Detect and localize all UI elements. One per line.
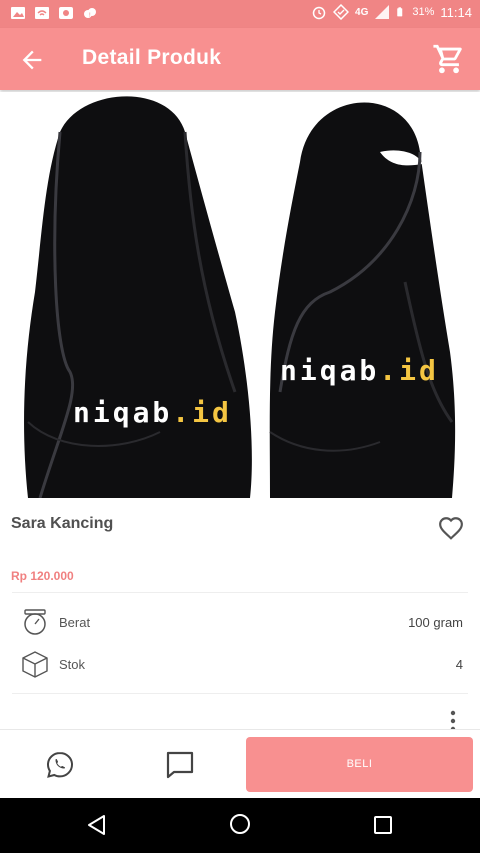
screen-record-icon: [59, 7, 73, 19]
scale-icon: [24, 609, 46, 635]
wifi-icon: [35, 7, 49, 19]
product-photo-illustration: niqab.id niqab.id: [24, 96, 456, 498]
spec-value: 100 gram: [408, 615, 463, 630]
product-name: Sara Kancing: [11, 515, 114, 532]
app-bar: Detail Produk: [0, 28, 480, 90]
box-icon: [22, 651, 48, 678]
bottom-action-bar: BELI: [0, 729, 480, 799]
spec-label: Stok: [59, 657, 86, 672]
clock: 11:14: [440, 4, 472, 20]
whatsapp-icon[interactable]: [45, 750, 75, 780]
data-saver-icon: [333, 4, 350, 20]
buy-button[interactable]: BELI: [246, 737, 473, 792]
network-type: 4G: [355, 6, 369, 18]
divider: [12, 693, 468, 694]
status-bar: ! 4G 31% 11:14: [0, 0, 480, 28]
arrow-left-icon[interactable]: [18, 46, 46, 74]
battery-icon: [397, 7, 403, 17]
signal-4g-icon: [375, 5, 390, 19]
nav-back-icon[interactable]: [86, 814, 108, 836]
product-image[interactable]: niqab.id niqab.id: [0, 92, 480, 498]
spec-value: 4: [455, 657, 463, 672]
battery-percent: 31%: [412, 6, 435, 18]
heart-outline-icon[interactable]: [438, 516, 464, 540]
chat-icon[interactable]: [164, 750, 196, 780]
spec-row-weight: Berat 100 gram: [0, 607, 480, 643]
nav-home-icon[interactable]: [229, 813, 251, 835]
page-title: Detail Produk: [82, 46, 222, 69]
system-nav-bar: [0, 798, 480, 853]
image-icon: [11, 7, 25, 19]
spec-row-stock: Stok 4: [0, 649, 480, 685]
nav-recents-icon[interactable]: [373, 815, 393, 835]
shopping-cart-icon[interactable]: [432, 42, 466, 76]
divider: [12, 592, 468, 593]
spec-label: Berat: [59, 615, 91, 630]
product-price: Rp 120.000: [11, 569, 74, 583]
watermark-right: niqab.id: [280, 354, 439, 387]
weather-icon: !: [84, 8, 96, 19]
alarm-icon: [312, 6, 326, 20]
watermark-left: niqab.id: [73, 396, 232, 429]
